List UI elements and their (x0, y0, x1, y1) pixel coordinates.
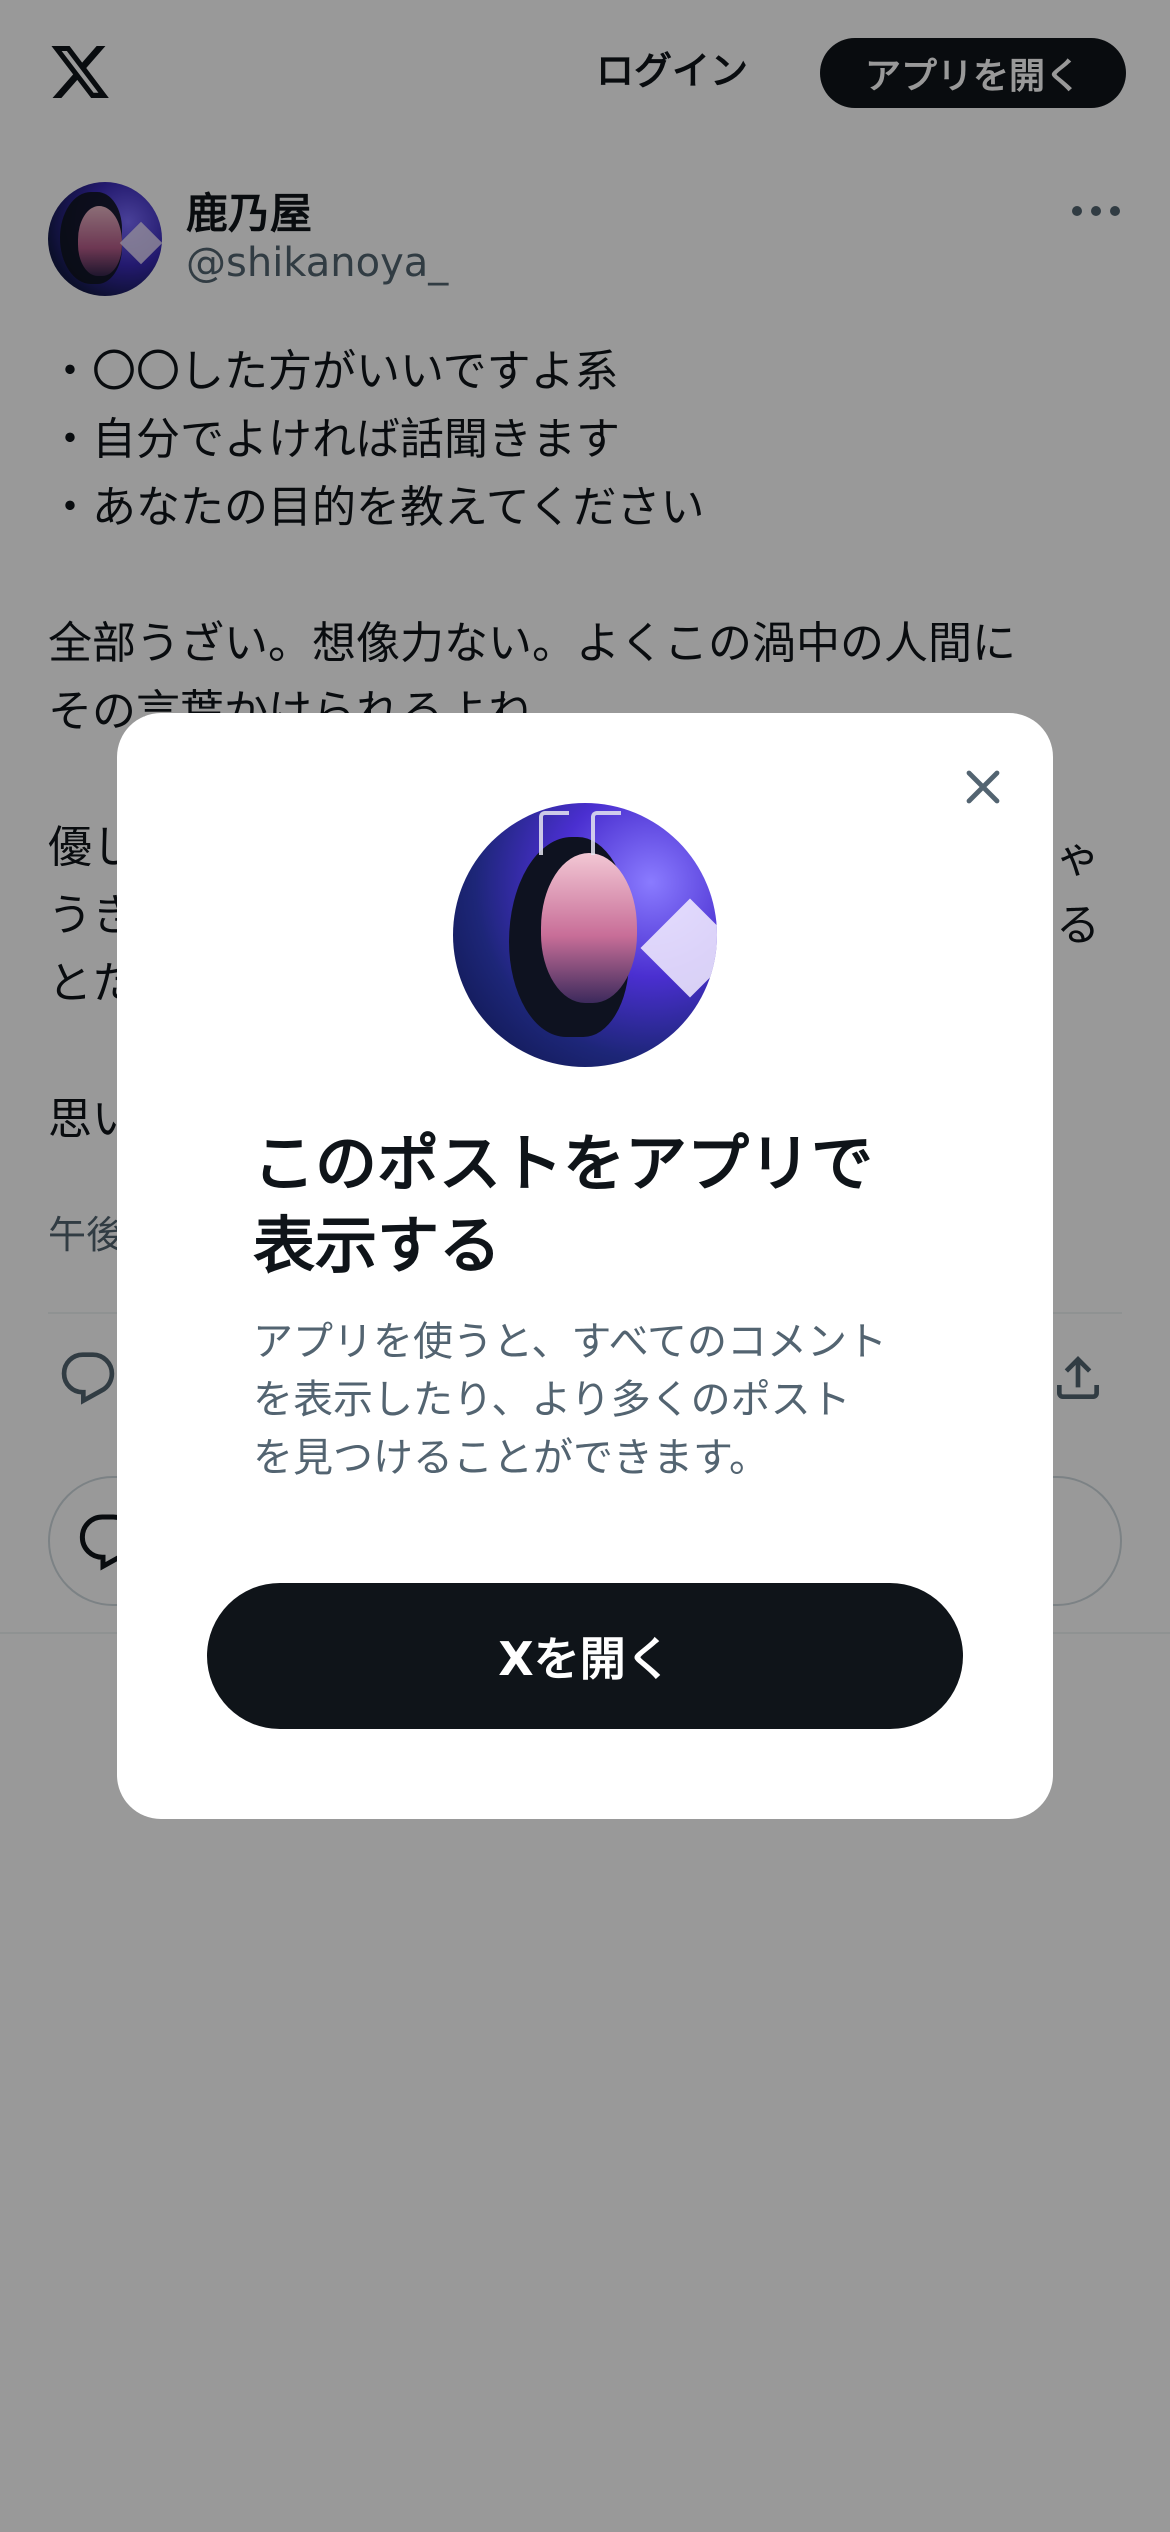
modal-description-line: を表示したり、より多くのポスト (253, 1377, 851, 1423)
modal-title: このポストをアプリで 表示する (253, 1123, 953, 1287)
open-x-button[interactable]: Xを開く (207, 1583, 963, 1729)
open-in-app-modal: このポストをアプリで 表示する アプリを使うと、すべてのコメント を表示したり、… (117, 713, 1053, 1819)
page: ログイン アプリを開く 鹿乃屋 @shikanoya_ ・〇〇した方がいいですよ… (0, 0, 1170, 2532)
modal-avatar (453, 803, 717, 1067)
modal-description-line: アプリを使うと、すべてのコメント (253, 1319, 887, 1365)
close-icon[interactable] (959, 763, 1007, 811)
modal-title-line: このポストをアプリで (253, 1127, 874, 1200)
modal-description-line: を見つけることができます。 (253, 1435, 769, 1481)
modal-description: アプリを使うと、すべてのコメント を表示したり、より多くのポスト を見つけること… (253, 1313, 953, 1487)
modal-title-line: 表示する (253, 1209, 502, 1282)
